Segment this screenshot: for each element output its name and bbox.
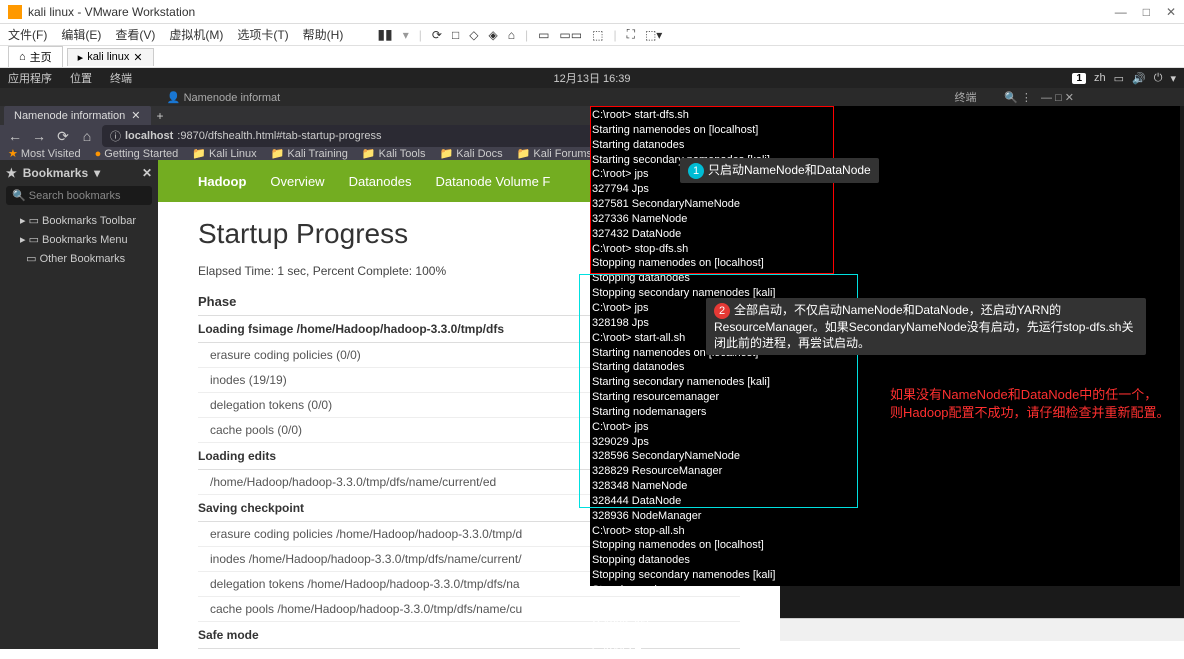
term-max-icon[interactable]: □	[1055, 92, 1062, 104]
tb-places[interactable]: 位置	[70, 70, 92, 86]
term-close-icon[interactable]: ✕	[1065, 92, 1074, 104]
menu-tabs[interactable]: 选项卡(T)	[237, 26, 288, 43]
tool-fullscreen-icon[interactable]: ⛶	[627, 27, 635, 42]
bm-kali-forums[interactable]: 📁Kali Forums	[517, 147, 592, 160]
bm-kali-docs[interactable]: 📁Kali Docs	[440, 147, 503, 160]
terminal-line: C:\root> stop-all.sh	[592, 524, 1178, 539]
tool-snapshot-icon[interactable]: ⟳	[432, 28, 442, 42]
terminal-line: 329875 Jps	[592, 628, 1178, 643]
terminal-line: Stopping resourcemanager	[592, 598, 1178, 613]
terminal-line: Stopping secondary namenodes [kali]	[592, 568, 1178, 583]
annotation-box-1	[590, 106, 834, 274]
close-icon[interactable]: ✕	[1166, 5, 1176, 19]
bm-kali-linux[interactable]: 📁Kali Linux	[192, 147, 256, 160]
terminal-line: Stopping namenodes on [localhost]	[592, 538, 1178, 553]
info-icon: ⓘ	[110, 128, 121, 144]
tab-vm[interactable]: ▸ kali linux ✕	[67, 48, 154, 66]
bm-kali-tools[interactable]: 📁Kali Tools	[362, 147, 426, 160]
vmware-titlebar: kali linux - VMware Workstation — □ ✕	[0, 0, 1184, 24]
tool-icon[interactable]: ◈	[488, 28, 497, 42]
tab-home[interactable]: ⌂ 主页	[8, 46, 63, 67]
tb-workspace-badge[interactable]: 1	[1072, 73, 1086, 84]
maximize-icon[interactable]: □	[1143, 5, 1150, 19]
sb-toolbar[interactable]: ▸ ▭ Bookmarks Toolbar	[6, 211, 152, 230]
menu-view[interactable]: 查看(V)	[115, 26, 155, 43]
bookmarks-sidebar: ★Bookmarks ▾ ✕ 🔍 Search bookmarks ▸ ▭ Bo…	[0, 160, 158, 649]
tb-camera-icon[interactable]: ▭	[1114, 72, 1124, 85]
firefox-tab[interactable]: Namenode information ✕	[4, 106, 151, 125]
menu-file[interactable]: 文件(F)	[8, 26, 47, 43]
win-tab-firefox[interactable]: 👤 Namenode informat	[0, 91, 627, 104]
new-tab-icon[interactable]: +	[157, 109, 164, 123]
bm-getting-started[interactable]: ●Getting Started	[95, 148, 179, 160]
vmware-menubar: 文件(F) 编辑(E) 查看(V) 虚拟机(M) 选项卡(T) 帮助(H) ▮▮…	[0, 24, 1184, 46]
terminal-line: C:\root> jps	[592, 613, 1178, 628]
kali-taskbar: 应用程序 位置 终端 12月13日 16:39 1 zh ▭ 🔊 ⏻ ▾	[0, 68, 1184, 88]
terminal-window[interactable]: C:\root> start-dfs.shStarting namenodes …	[590, 106, 1180, 586]
menu-help[interactable]: 帮助(H)	[303, 26, 344, 43]
term-search-icon[interactable]: 🔍	[1004, 92, 1018, 104]
term-menu-icon[interactable]: ⋮	[1021, 92, 1032, 104]
tb-terminal[interactable]: 终端	[110, 70, 132, 86]
nav-datanodes[interactable]: Datanodes	[349, 174, 412, 189]
tool-icon[interactable]: ⬚	[592, 28, 603, 42]
nav-overview[interactable]: Overview	[270, 174, 324, 189]
terminal-line: C:\root> ▮	[592, 642, 1178, 657]
annotation-red-note: 如果没有NameNode和DataNode中的任一个，则Hadoop配置不成功，…	[890, 386, 1170, 422]
minimize-icon[interactable]: —	[1115, 5, 1127, 19]
pause-icon[interactable]: ▮▮	[377, 26, 392, 43]
home-icon[interactable]: ⌂	[78, 128, 96, 144]
annotation-2: 2全部启动，不仅启动NameNode和DataNode，还启动YARN的Reso…	[706, 298, 1146, 355]
vmware-tabs: ⌂ 主页 ▸ kali linux ✕	[0, 46, 1184, 68]
term-min-icon[interactable]: —	[1041, 92, 1052, 104]
tb-apps[interactable]: 应用程序	[8, 70, 52, 86]
terminal-line: Stopping nodemanagers	[592, 583, 1178, 598]
nav-dvf[interactable]: Datanode Volume F	[435, 174, 550, 189]
sb-other[interactable]: ▭ Other Bookmarks	[6, 249, 152, 268]
reload-icon[interactable]: ⟳	[54, 128, 72, 145]
kali-window-tabs: 👤 Namenode informat 终端 🔍 ⋮ — □ ✕	[0, 88, 1184, 106]
tb-power-icon[interactable]: ⏻	[1154, 72, 1163, 85]
win-tab-terminal[interactable]: 终端 🔍 ⋮ — □ ✕	[627, 89, 1184, 105]
tool-icon[interactable]: ▭	[538, 28, 549, 42]
tb-lang[interactable]: zh	[1094, 72, 1106, 84]
window-title: kali linux - VMware Workstation	[28, 5, 195, 19]
forward-icon[interactable]: →	[30, 128, 48, 144]
sidebar-search[interactable]: 🔍 Search bookmarks	[6, 186, 152, 205]
annotation-1: 1只启动NameNode和DataNode	[680, 158, 879, 183]
hadoop-brand[interactable]: Hadoop	[198, 174, 246, 189]
back-icon[interactable]: ←	[6, 128, 24, 144]
sb-menu[interactable]: ▸ ▭ Bookmarks Menu	[6, 230, 152, 249]
tool-icon[interactable]: ⌂	[508, 28, 515, 42]
menu-edit[interactable]: 编辑(E)	[61, 26, 101, 43]
tool-icon[interactable]: ▭▭	[559, 28, 582, 42]
sep: |	[525, 28, 528, 42]
vm-display[interactable]: 应用程序 位置 终端 12月13日 16:39 1 zh ▭ 🔊 ⏻ ▾ 👤 N…	[0, 68, 1184, 618]
tb-clock[interactable]: 12月13日 16:39	[553, 70, 630, 86]
terminal-line: 328936 NodeManager	[592, 509, 1178, 524]
bm-most-visited[interactable]: ★Most Visited	[8, 147, 81, 160]
tab-close-icon[interactable]: ✕	[131, 109, 140, 122]
star-icon: ★	[6, 166, 17, 180]
tool-icon[interactable]: □	[452, 28, 459, 42]
menu-vm[interactable]: 虚拟机(M)	[169, 26, 223, 43]
tb-menu-icon[interactable]: ▾	[1170, 72, 1176, 85]
tool-icon[interactable]: ◇	[469, 28, 478, 42]
vmware-icon	[8, 5, 22, 19]
sep: |	[419, 28, 422, 42]
bm-kali-training[interactable]: 📁Kali Training	[271, 147, 348, 160]
sep: |	[613, 28, 616, 42]
terminal-line: Stopping datanodes	[592, 553, 1178, 568]
sidebar-close-icon[interactable]: ✕	[142, 166, 152, 180]
tool-icon[interactable]: ⬚▾	[645, 28, 662, 42]
tb-sound-icon[interactable]: 🔊	[1132, 72, 1146, 85]
